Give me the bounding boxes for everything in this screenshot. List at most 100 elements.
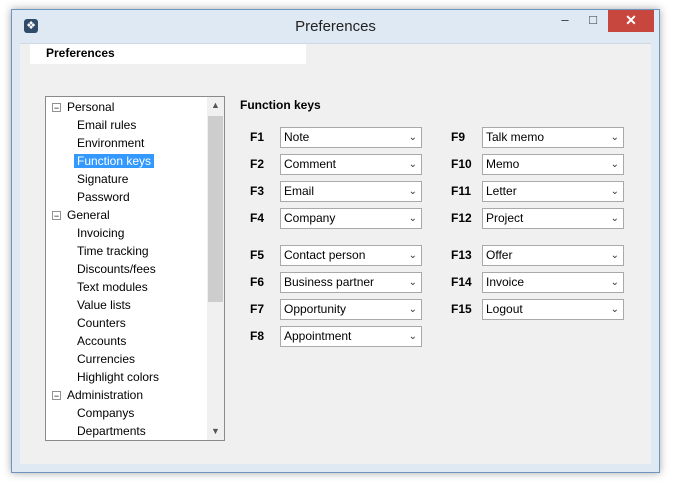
tree-item[interactable]: Time tracking bbox=[74, 243, 152, 260]
chevron-down-icon[interactable]: ⌄ bbox=[611, 300, 619, 319]
chevron-down-icon[interactable]: ⌄ bbox=[409, 155, 417, 174]
function-key-label: F15 bbox=[451, 302, 472, 316]
function-key-label: F10 bbox=[451, 157, 472, 171]
function-key-select[interactable]: Talk memo ⌄ bbox=[482, 127, 624, 148]
function-key-select[interactable]: Company ⌄ bbox=[280, 208, 422, 229]
function-key-label: F14 bbox=[451, 275, 472, 289]
function-key-select[interactable]: Note ⌄ bbox=[280, 127, 422, 148]
collapse-icon[interactable]: − bbox=[52, 103, 61, 113]
tree-item-label: Value lists bbox=[77, 298, 131, 312]
function-keys-heading: Function keys bbox=[240, 98, 321, 112]
function-key-select[interactable]: Logout ⌄ bbox=[482, 299, 624, 320]
tree-item-label: Text modules bbox=[77, 280, 148, 294]
function-key-select[interactable]: Opportunity ⌄ bbox=[280, 299, 422, 320]
maximize-button[interactable]: □ bbox=[580, 10, 606, 32]
tree-item-label: Administration bbox=[67, 388, 144, 402]
chevron-down-icon[interactable]: ⌄ bbox=[409, 209, 417, 228]
function-key-select[interactable]: Contact person ⌄ bbox=[280, 245, 422, 266]
tree-item-label: Counters bbox=[77, 316, 126, 330]
function-key-select[interactable]: Business partner ⌄ bbox=[280, 272, 422, 293]
chevron-down-icon[interactable]: ⌄ bbox=[611, 155, 619, 174]
preferences-window: ❖ Preferences – □ ✕ Preferences ▲ ▼ − Per… bbox=[11, 9, 660, 473]
select-value: Note bbox=[284, 130, 310, 144]
tree-group[interactable]: Administration bbox=[64, 387, 146, 404]
tree-item[interactable]: Discounts/fees bbox=[74, 261, 159, 278]
tree-item-label: Discounts/fees bbox=[77, 262, 156, 276]
select-value: Logout bbox=[486, 302, 523, 316]
tree-item[interactable]: Email rules bbox=[74, 117, 139, 134]
scroll-up-icon[interactable]: ▲ bbox=[207, 97, 224, 114]
collapse-icon[interactable]: − bbox=[52, 211, 61, 221]
chevron-down-icon[interactable]: ⌄ bbox=[409, 182, 417, 201]
chevron-down-icon[interactable]: ⌄ bbox=[409, 246, 417, 265]
select-value: Opportunity bbox=[284, 302, 347, 316]
tree-item-label: Time tracking bbox=[77, 244, 149, 258]
function-key-label: F7 bbox=[250, 302, 265, 316]
select-value: Email bbox=[284, 184, 315, 198]
function-key-label: F1 bbox=[250, 130, 265, 144]
function-key-label: F6 bbox=[250, 275, 265, 289]
select-value: Business partner bbox=[284, 275, 375, 289]
tree-item[interactable]: Counters bbox=[74, 315, 129, 332]
function-key-label: F5 bbox=[250, 248, 265, 262]
tree-item[interactable]: Departments bbox=[74, 423, 149, 440]
tree-item-label: Environment bbox=[77, 136, 145, 150]
function-key-select[interactable]: Appointment ⌄ bbox=[280, 326, 422, 347]
chevron-down-icon[interactable]: ⌄ bbox=[611, 246, 619, 265]
function-key-label: F12 bbox=[451, 211, 472, 225]
collapse-icon[interactable]: − bbox=[52, 391, 61, 401]
tree-item[interactable]: Highlight colors bbox=[74, 369, 162, 386]
select-value: Company bbox=[284, 211, 336, 225]
function-key-label: F2 bbox=[250, 157, 265, 171]
chevron-down-icon[interactable]: ⌄ bbox=[611, 273, 619, 292]
tree-item-label: Invoicing bbox=[77, 226, 125, 240]
chevron-down-icon[interactable]: ⌄ bbox=[611, 182, 619, 201]
chevron-down-icon[interactable]: ⌄ bbox=[409, 273, 417, 292]
tree-item[interactable]: Text modules bbox=[74, 279, 151, 296]
minimize-button[interactable]: – bbox=[552, 10, 578, 32]
tree-group[interactable]: Personal bbox=[64, 99, 117, 116]
scroll-thumb[interactable] bbox=[208, 116, 223, 302]
chevron-down-icon[interactable]: ⌄ bbox=[409, 128, 417, 147]
tree-item[interactable]: Companys bbox=[74, 405, 137, 422]
tree-item[interactable]: Invoicing bbox=[74, 225, 127, 242]
select-value: Appointment bbox=[284, 329, 352, 343]
chevron-down-icon[interactable]: ⌄ bbox=[611, 209, 619, 228]
chevron-down-icon[interactable]: ⌄ bbox=[409, 327, 417, 346]
tree-item-label: Email rules bbox=[77, 118, 137, 132]
tree-item[interactable]: Accounts bbox=[74, 333, 129, 350]
function-key-select[interactable]: Offer ⌄ bbox=[482, 245, 624, 266]
tree-item[interactable]: Password bbox=[74, 189, 133, 206]
select-value: Offer bbox=[486, 248, 513, 262]
tree-item[interactable]: Currencies bbox=[74, 351, 138, 368]
tree-item[interactable]: Signature bbox=[74, 171, 131, 188]
function-key-label: F13 bbox=[451, 248, 472, 262]
function-key-select[interactable]: Letter ⌄ bbox=[482, 181, 624, 202]
tree-scrollbar[interactable]: ▲ ▼ bbox=[207, 97, 224, 440]
page-title: Preferences bbox=[30, 44, 306, 64]
tree-item-label: Highlight colors bbox=[77, 370, 160, 384]
tree-item[interactable]: Environment bbox=[74, 135, 147, 152]
settings-tree: ▲ ▼ − Personal Email rules Environment Funct… bbox=[45, 96, 225, 441]
chevron-down-icon[interactable]: ⌄ bbox=[611, 128, 619, 147]
function-key-select[interactable]: Invoice ⌄ bbox=[482, 272, 624, 293]
tree-item[interactable]: Function keys bbox=[74, 153, 155, 170]
close-button[interactable]: ✕ bbox=[608, 10, 654, 32]
select-value: Contact person bbox=[284, 248, 366, 262]
function-key-select[interactable]: Comment ⌄ bbox=[280, 154, 422, 175]
content-area: ▲ ▼ − Personal Email rules Environment Funct… bbox=[20, 72, 651, 464]
function-key-label: F4 bbox=[250, 211, 265, 225]
chevron-down-icon[interactable]: ⌄ bbox=[409, 300, 417, 319]
function-key-select[interactable]: Project ⌄ bbox=[482, 208, 624, 229]
function-key-label: F11 bbox=[451, 184, 472, 198]
function-key-label: F8 bbox=[250, 329, 265, 343]
scroll-down-icon[interactable]: ▼ bbox=[207, 423, 224, 440]
function-key-label: F9 bbox=[451, 130, 466, 144]
tree-item-label: Companys bbox=[77, 406, 135, 420]
function-key-select[interactable]: Email ⌄ bbox=[280, 181, 422, 202]
tree-item[interactable]: Value lists bbox=[74, 297, 134, 314]
select-value: Comment bbox=[284, 157, 337, 171]
tree-item-label: Accounts bbox=[77, 334, 127, 348]
tree-group[interactable]: General bbox=[64, 207, 113, 224]
function-key-select[interactable]: Memo ⌄ bbox=[482, 154, 624, 175]
